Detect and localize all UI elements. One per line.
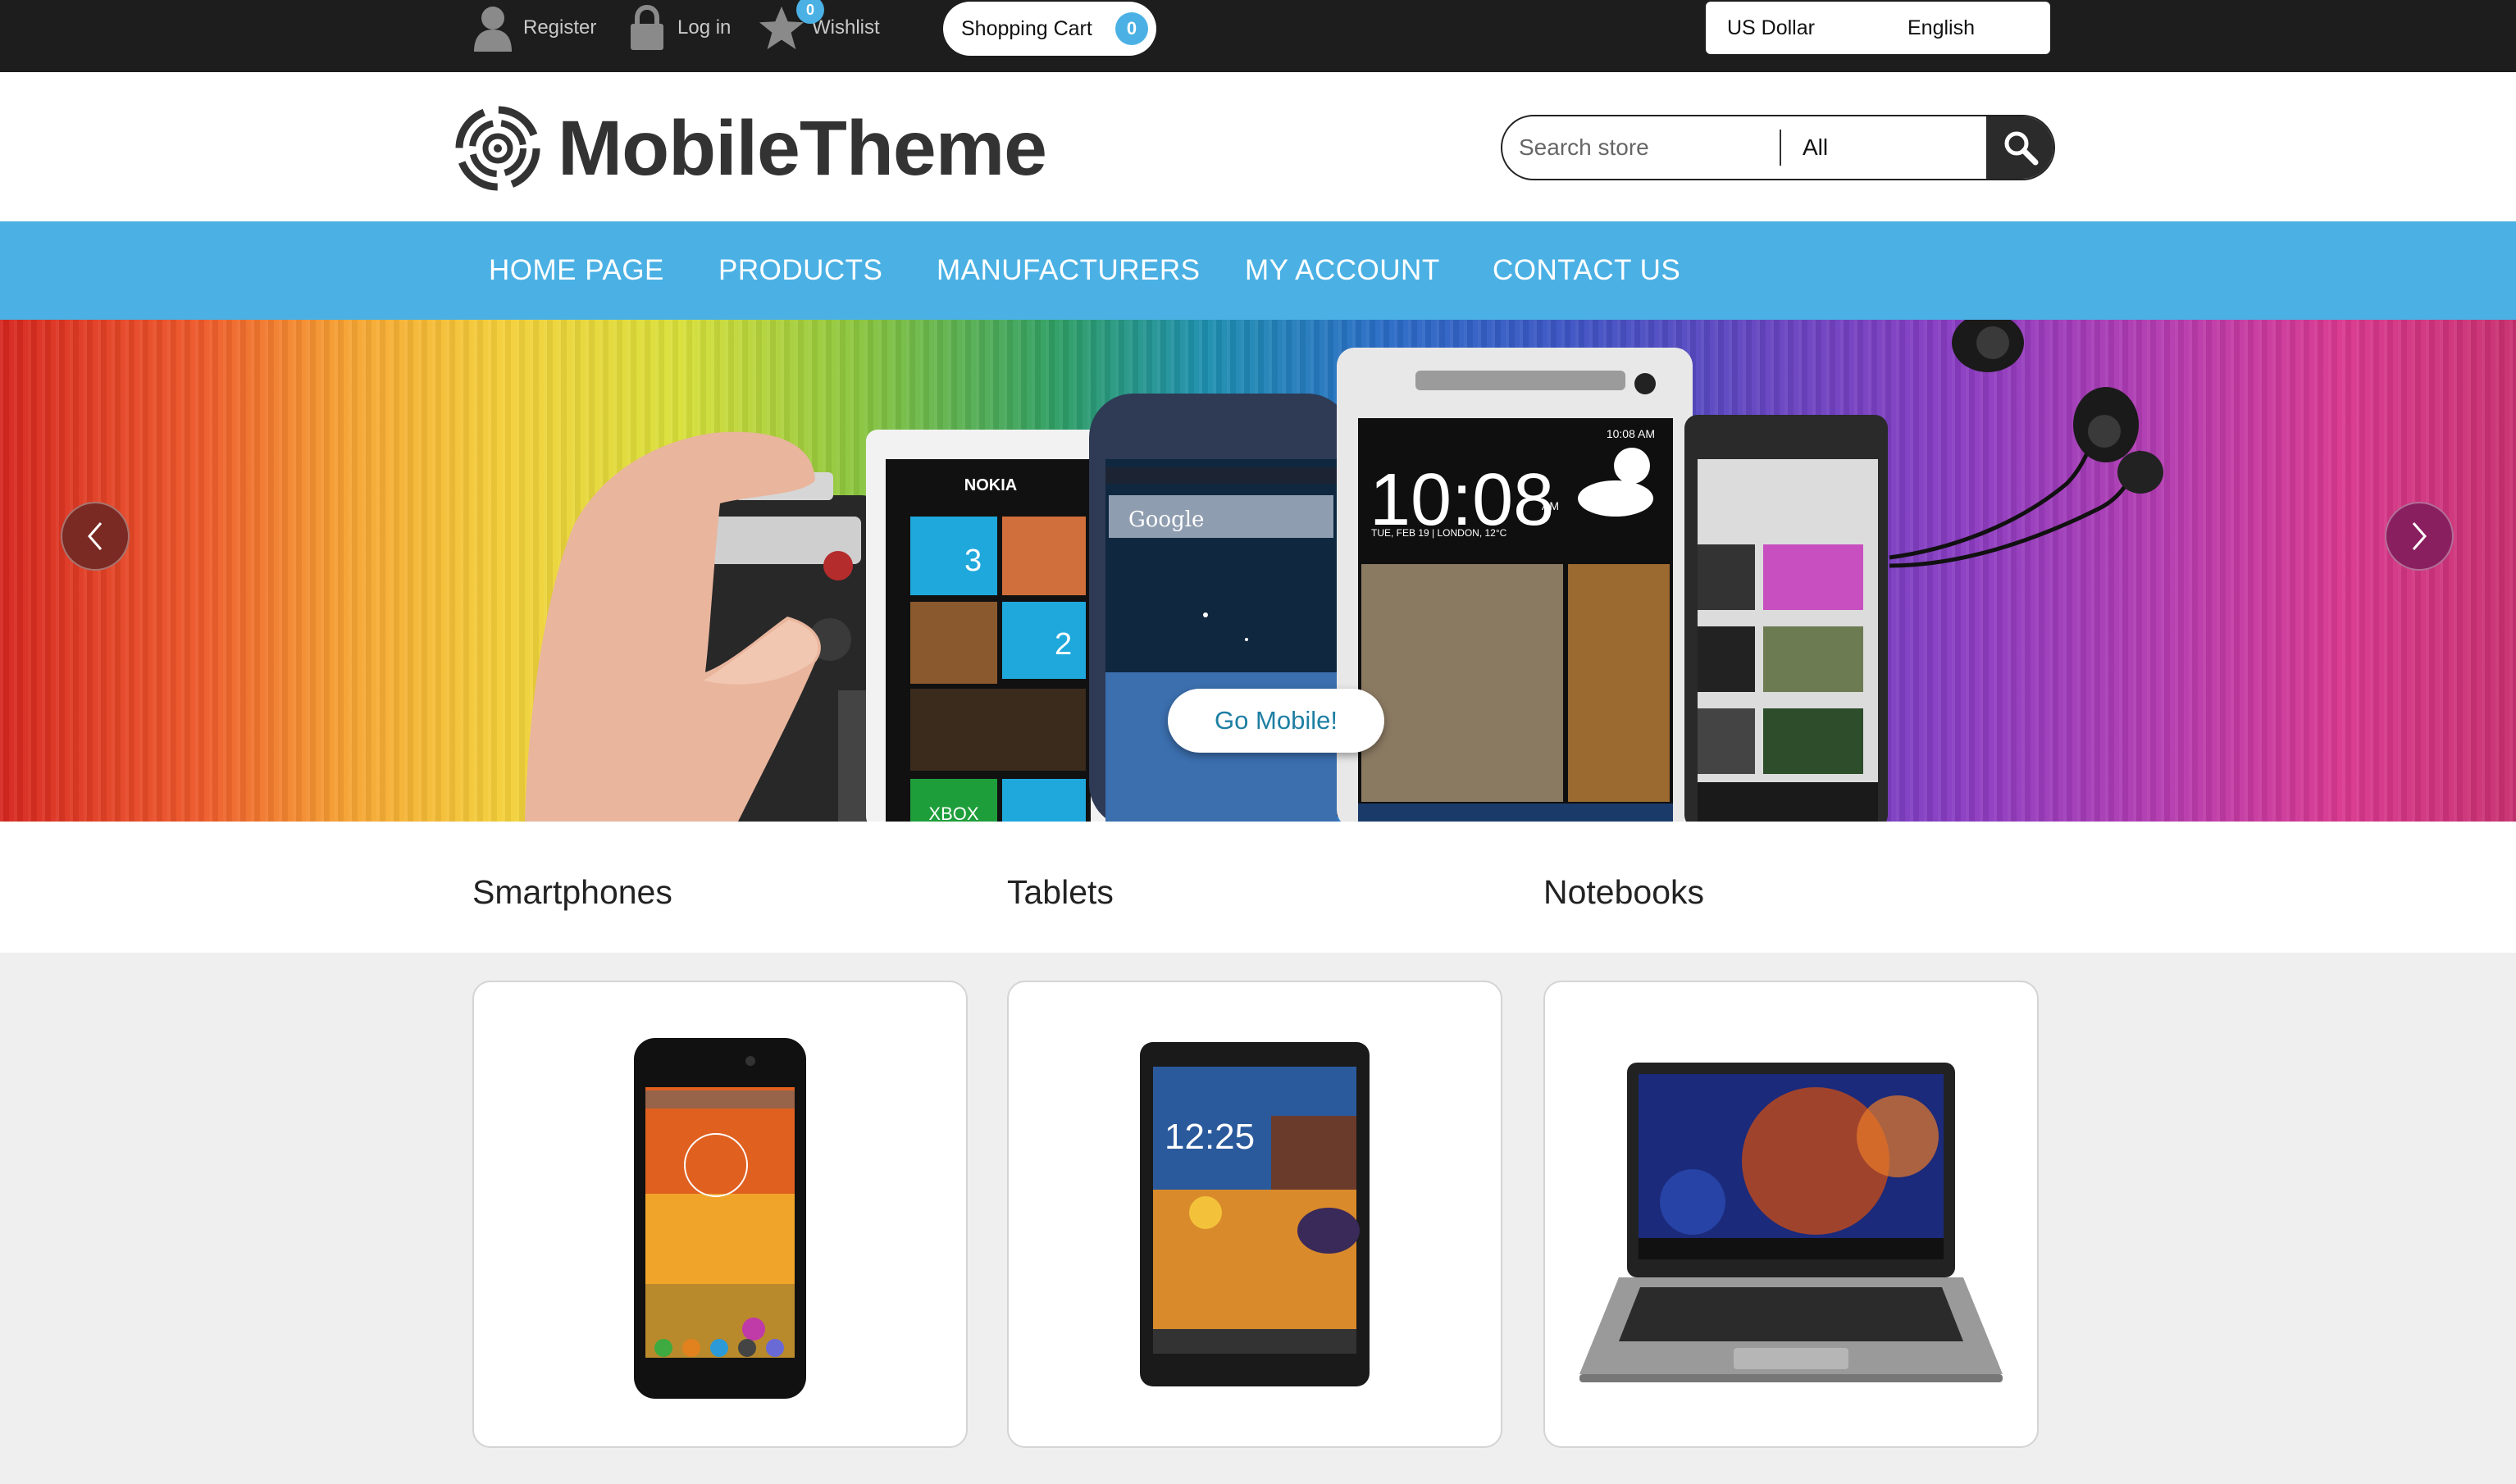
nokia-brand-text: NOKIA <box>964 476 1017 494</box>
logo[interactable]: MobileTheme <box>454 104 1047 192</box>
nav-item-my-account[interactable]: MY ACCOUNT <box>1245 221 1440 320</box>
chevron-right-icon <box>2412 522 2427 550</box>
search-bar: All <box>1501 115 2055 180</box>
hero-banner: NOKIA 3 2 XBOX Google 10:08 AM 10:08 AM … <box>0 320 2516 822</box>
galaxy-phone-illustration: Google <box>1089 394 1351 822</box>
go-mobile-button[interactable]: Go Mobile! <box>1168 689 1384 753</box>
banner-next-arrow[interactable] <box>2385 502 2454 571</box>
top-bar: Register Log in 0 Wishlist Shopping Cart… <box>0 0 2516 72</box>
category-card-notebooks[interactable] <box>1543 981 2039 1448</box>
earphones-illustration <box>1889 320 2163 568</box>
search-button[interactable] <box>1986 116 2053 179</box>
notebook-product-image <box>1579 1063 2003 1382</box>
category-title-smartphones[interactable]: Smartphones <box>472 873 672 912</box>
smartphone-product-image <box>634 1038 806 1399</box>
banner-prev-arrow[interactable] <box>61 502 130 571</box>
search-input[interactable] <box>1519 116 1781 179</box>
login-label: Log in <box>677 16 732 39</box>
category-title-tablets[interactable]: Tablets <box>1007 873 1114 912</box>
user-icon <box>469 4 517 52</box>
home-clock-ampm: AM <box>1542 499 1559 512</box>
htc-phone-illustration: 10:08 AM 10:08 AM TUE, FEB 19 | LONDON, … <box>1337 348 1693 822</box>
language-select[interactable]: English <box>1886 2 2050 54</box>
category-titles-strip <box>0 822 2516 953</box>
star-icon: 0 <box>758 0 824 52</box>
search-scope-select[interactable]: All <box>1803 116 1828 179</box>
shopping-cart-button[interactable]: Shopping Cart 0 <box>943 2 1156 56</box>
currency-select[interactable]: US Dollar <box>1706 2 1912 54</box>
header: MobileTheme All <box>0 72 2516 221</box>
search-divider <box>1780 130 1781 166</box>
cart-label: Shopping Cart <box>961 16 1092 40</box>
nokia-phone-illustration: NOKIA 3 2 XBOX <box>866 430 1107 822</box>
tablet-illustration <box>1684 415 1888 822</box>
home-date-line: TUE, FEB 19 | LONDON, 12°C <box>1371 527 1507 539</box>
wishlist-label: Wishlist <box>812 16 880 39</box>
tablet-product-image: 12:25 <box>1140 1042 1370 1386</box>
register-label: Register <box>523 16 597 39</box>
category-title-notebooks[interactable]: Notebooks <box>1543 873 1704 912</box>
login-link[interactable]: Log in <box>623 0 731 56</box>
cart-count-badge: 0 <box>1115 12 1148 45</box>
google-search-widget: Google <box>1128 508 1204 532</box>
logo-text: MobileTheme <box>558 104 1047 192</box>
tile-count-1: 3 <box>964 544 982 578</box>
tile-count-2: 2 <box>1055 627 1072 662</box>
nav-item-home-page[interactable]: HOME PAGE <box>489 221 664 320</box>
category-card-smartphones[interactable] <box>472 981 968 1448</box>
hand-camera-illustration <box>525 431 882 822</box>
chevron-left-icon <box>88 522 103 550</box>
main-nav: HOME PAGE PRODUCTS MANUFACTURERS MY ACCO… <box>0 221 2516 320</box>
xbox-tile-text: XBOX <box>928 803 978 822</box>
register-link[interactable]: Register <box>469 0 596 56</box>
category-card-tablets[interactable]: 12:25 <box>1007 981 1502 1448</box>
lock-icon <box>623 4 671 52</box>
nav-item-products[interactable]: PRODUCTS <box>718 221 882 320</box>
logo-target-icon <box>455 106 540 191</box>
search-icon <box>2004 131 2039 166</box>
tablet-home-time: 12:25 <box>1165 1117 1255 1157</box>
nav-item-manufacturers[interactable]: MANUFACTURERS <box>937 221 1201 320</box>
status-bar-time: 10:08 AM <box>1607 427 1655 440</box>
nav-item-contact-us[interactable]: CONTACT US <box>1493 221 1680 320</box>
wishlist-link[interactable]: 0 Wishlist <box>758 0 880 56</box>
